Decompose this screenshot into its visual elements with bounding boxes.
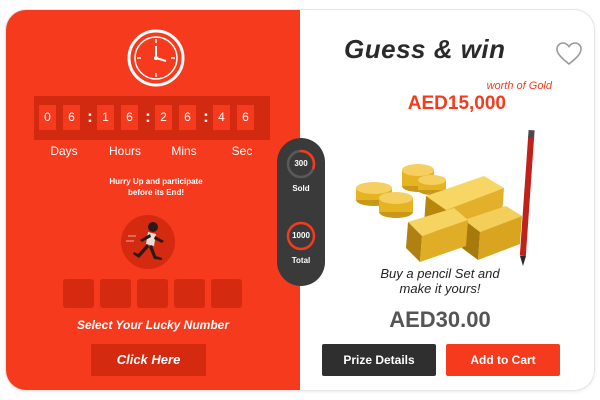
- lucky-number-slot[interactable]: [63, 279, 94, 308]
- days-label: Days: [50, 144, 78, 158]
- secs-label: Sec: [231, 144, 253, 158]
- runner-icon: [121, 215, 175, 269]
- lucky-number-slot[interactable]: [211, 279, 242, 308]
- add-to-cart-button[interactable]: Add to Cart: [446, 344, 560, 376]
- countdown-digit: 4: [213, 105, 230, 130]
- countdown-timer: 0 6 : 1 6 : 2 6 : 4 6: [34, 96, 270, 140]
- lucky-number-slot[interactable]: [100, 279, 131, 308]
- click-here-button[interactable]: Click Here: [91, 344, 206, 376]
- prize-details-button[interactable]: Prize Details: [322, 344, 436, 376]
- campaign-card: 0 6 : 1 6 : 2 6 : 4 6 Days Hours Mins Se…: [6, 10, 594, 390]
- sold-total-indicator: 300 Sold 1000 Total: [277, 138, 325, 286]
- countdown-separator: :: [145, 107, 151, 126]
- countdown-digit: 6: [63, 105, 80, 130]
- hurry-line: Hurry Up and participate: [109, 177, 203, 186]
- pencil-graphic: [519, 129, 535, 266]
- total-label: Total: [291, 256, 311, 265]
- lucky-number-slot[interactable]: [174, 279, 205, 308]
- countdown-digit: 6: [179, 105, 196, 130]
- total-progress-ring: 1000: [285, 220, 317, 252]
- gold-bars-image: [356, 129, 535, 266]
- lucky-number-slot[interactable]: [137, 279, 168, 308]
- prize-worth-label: worth of Gold: [486, 80, 552, 92]
- hurry-line: before its End!: [127, 188, 184, 197]
- hurry-message: Hurry Up and participate before its End!: [86, 176, 226, 198]
- hours-label: Hours: [108, 144, 141, 158]
- campaign-title: Guess & win: [344, 34, 506, 64]
- sold-progress-ring: 300: [285, 148, 317, 180]
- total-value: 1000: [292, 231, 310, 240]
- product-price: AED30.00: [389, 307, 491, 332]
- clock-icon: [127, 29, 185, 87]
- countdown-panel: 0 6 : 1 6 : 2 6 : 4 6 Days Hours Mins Se…: [6, 10, 300, 390]
- countdown-digit: 2: [155, 105, 172, 130]
- countdown-digit: 1: [97, 105, 114, 130]
- prize-amount: AED15,000: [407, 93, 506, 114]
- countdown-separator: :: [203, 107, 209, 126]
- buy-description: Buy a pencil Set and make it yours!: [356, 266, 524, 296]
- countdown-digit: 6: [121, 105, 138, 130]
- mins-label: Mins: [171, 144, 197, 158]
- heart-icon[interactable]: [556, 42, 582, 66]
- countdown-digit: 6: [237, 105, 254, 130]
- countdown-separator: :: [87, 107, 93, 126]
- countdown-digit: 0: [39, 105, 56, 130]
- sold-label: Sold: [292, 184, 310, 193]
- buy-line: make it yours!: [399, 281, 481, 296]
- sold-value: 300: [294, 159, 308, 168]
- lucky-number-label: Select Your Lucky Number: [76, 318, 230, 332]
- buy-line: Buy a pencil Set and: [380, 266, 500, 281]
